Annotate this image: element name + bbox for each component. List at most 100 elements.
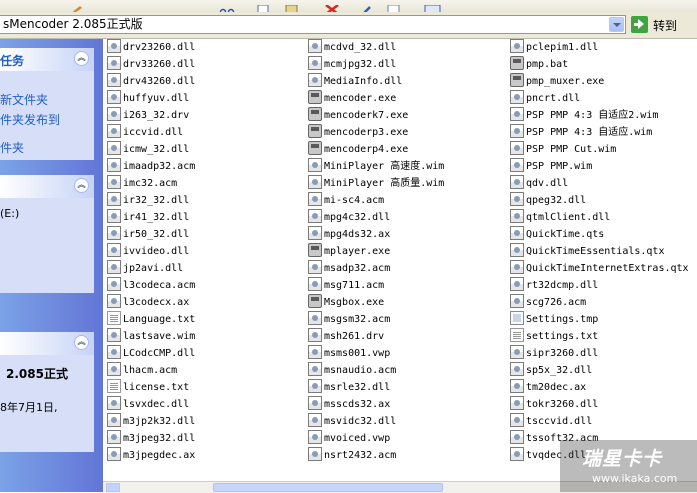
file-item[interactable]: settings.txt bbox=[510, 328, 598, 345]
undo-icon[interactable] bbox=[362, 0, 378, 14]
dll-icon bbox=[107, 413, 121, 427]
file-item[interactable]: mencoderp3.exe bbox=[308, 124, 408, 141]
file-item[interactable]: mvoiced.vwp bbox=[308, 430, 390, 447]
file-item[interactable]: PSP PMP 4:3 自适应.wim bbox=[510, 124, 652, 141]
file-item[interactable]: QuickTime.qts bbox=[510, 226, 604, 243]
file-item[interactable]: qpeg32.dll bbox=[510, 192, 586, 209]
file-item[interactable]: msh261.drv bbox=[308, 328, 384, 345]
file-item[interactable]: tm20dec.ax bbox=[510, 379, 586, 396]
file-item[interactable]: PSP PMP 4:3 自适应2.wim bbox=[510, 107, 658, 124]
file-item[interactable]: iccvid.dll bbox=[107, 124, 183, 141]
file-item[interactable]: imaadp32.acm bbox=[107, 158, 195, 175]
scroll-left-button[interactable] bbox=[106, 483, 120, 492]
file-item[interactable]: mencoderp4.exe bbox=[308, 141, 408, 158]
file-item[interactable]: mpg4c32.dll bbox=[308, 209, 390, 226]
file-item[interactable]: scg726.acm bbox=[510, 294, 586, 311]
dll-icon bbox=[308, 73, 322, 87]
file-item[interactable]: msrle32.dll bbox=[308, 379, 390, 396]
file-item[interactable]: nsrt2432.acm bbox=[308, 447, 396, 464]
file-item[interactable]: msadp32.acm bbox=[308, 260, 390, 277]
file-item[interactable]: l3codecx.ax bbox=[107, 294, 189, 311]
file-item[interactable]: m3jp2k32.dll bbox=[107, 413, 195, 430]
copy-icon[interactable] bbox=[257, 0, 273, 15]
collapse-chevron-icon[interactable]: ︽ bbox=[74, 178, 89, 193]
file-item[interactable]: mpg4ds32.ax bbox=[308, 226, 390, 243]
file-item[interactable]: mencoder.exe bbox=[308, 90, 396, 107]
go-button[interactable]: 转到 bbox=[630, 15, 694, 35]
file-item[interactable]: tsccvid.dll bbox=[510, 413, 592, 430]
file-item[interactable]: QuickTimeEssentials.qtx bbox=[510, 243, 664, 260]
task-link-new-folder[interactable]: 新文件夹 bbox=[0, 91, 48, 108]
place-drive-e[interactable]: (E:) bbox=[0, 207, 19, 220]
file-item[interactable]: ir50_32.dll bbox=[107, 226, 189, 243]
file-item[interactable]: huffyuv.dll bbox=[107, 90, 189, 107]
file-item[interactable]: pmp_muxer.exe bbox=[510, 73, 604, 90]
properties-icon[interactable] bbox=[386, 0, 402, 15]
file-item[interactable]: license.txt bbox=[107, 379, 189, 396]
file-item[interactable]: msms001.vwp bbox=[308, 345, 390, 362]
file-item[interactable]: ir41_32.dll bbox=[107, 209, 189, 226]
file-item[interactable]: Settings.tmp bbox=[510, 311, 598, 328]
other-places-header[interactable]: ︽ bbox=[0, 175, 94, 198]
collapse-chevron-icon[interactable]: ︽ bbox=[74, 51, 89, 66]
file-item[interactable]: drv33260.dll bbox=[107, 56, 195, 73]
file-item[interactable]: m3jpeg32.dll bbox=[107, 430, 195, 447]
dll-icon bbox=[107, 345, 121, 359]
file-item[interactable]: i263_32.drv bbox=[107, 107, 189, 124]
file-item[interactable]: sp5x_32.dll bbox=[510, 362, 592, 379]
file-item[interactable]: PSP PMP.wim bbox=[510, 158, 592, 175]
file-item[interactable]: msg711.acm bbox=[308, 277, 384, 294]
file-item[interactable]: mencoderk7.exe bbox=[308, 107, 408, 124]
file-item[interactable]: sipr3260.dll bbox=[510, 345, 598, 362]
scroll-thumb[interactable] bbox=[213, 483, 443, 492]
file-item[interactable]: PSP PMP Cut.wim bbox=[510, 141, 616, 158]
file-item[interactable]: pmp.bat bbox=[510, 56, 568, 73]
views-icon[interactable] bbox=[424, 0, 441, 14]
file-item[interactable]: drv43260.dll bbox=[107, 73, 195, 90]
file-item[interactable]: ivvideo.dll bbox=[107, 243, 189, 260]
file-item[interactable]: Language.txt bbox=[107, 311, 195, 328]
file-item[interactable]: qdv.dll bbox=[510, 175, 568, 192]
file-item[interactable]: lastsave.wim bbox=[107, 328, 195, 345]
file-item[interactable]: MediaInfo.dll bbox=[308, 73, 402, 90]
file-item[interactable]: l3codeca.acm bbox=[107, 277, 195, 294]
details-header[interactable]: ︽ bbox=[0, 332, 94, 355]
file-item[interactable]: lhacm.acm bbox=[107, 362, 177, 379]
file-item[interactable]: MiniPlayer 高速度.wim bbox=[308, 158, 444, 175]
file-item[interactable]: msgsm32.acm bbox=[308, 311, 390, 328]
file-item[interactable]: imc32.acm bbox=[107, 175, 177, 192]
task-link-share[interactable]: 件夹 bbox=[0, 139, 24, 156]
file-item[interactable]: qtmlClient.dll bbox=[510, 209, 610, 226]
file-item[interactable]: icmw_32.dll bbox=[107, 141, 189, 158]
file-item[interactable]: jp2avi.dll bbox=[107, 260, 183, 277]
file-item[interactable]: mi-sc4.acm bbox=[308, 192, 384, 209]
collapse-chevron-icon[interactable]: ︽ bbox=[74, 335, 89, 350]
file-item[interactable]: lsvxdec.dll bbox=[107, 396, 189, 413]
file-item[interactable]: rt32dcmp.dll bbox=[510, 277, 598, 294]
file-item[interactable]: MiniPlayer 高质量.wim bbox=[308, 175, 444, 192]
file-item[interactable]: m3jpegdec.ax bbox=[107, 447, 195, 464]
file-item[interactable]: mplayer.exe bbox=[308, 243, 390, 260]
paste-icon[interactable] bbox=[284, 0, 300, 15]
file-item[interactable]: msvidc32.dll bbox=[308, 413, 396, 430]
dll-icon bbox=[510, 226, 524, 240]
cut-icon[interactable] bbox=[219, 0, 235, 16]
file-item[interactable]: pncrt.dll bbox=[510, 90, 580, 107]
edit-icon[interactable] bbox=[68, 0, 84, 15]
file-item[interactable]: tokr3260.dll bbox=[510, 396, 598, 413]
task-link-publish[interactable]: 件夹发布到 bbox=[0, 111, 60, 128]
file-item[interactable]: msscds32.ax bbox=[308, 396, 390, 413]
file-item[interactable]: ir32_32.dll bbox=[107, 192, 189, 209]
file-item[interactable]: mcdvd_32.dll bbox=[308, 39, 396, 56]
delete-icon[interactable] bbox=[324, 0, 340, 15]
address-dropdown-button[interactable] bbox=[609, 17, 624, 32]
file-item[interactable]: mcmjpg32.dll bbox=[308, 56, 396, 73]
file-tasks-header[interactable]: 任务 ︽ bbox=[0, 48, 94, 71]
address-input[interactable]: sMencoder 2.085正式版 bbox=[0, 15, 626, 34]
file-item[interactable]: Msgbox.exe bbox=[308, 294, 384, 311]
file-item[interactable]: pclepim1.dll bbox=[510, 39, 598, 56]
file-item[interactable]: msnaudio.acm bbox=[308, 362, 396, 379]
file-item[interactable]: drv23260.dll bbox=[107, 39, 195, 56]
file-item[interactable]: LCodcCMP.dll bbox=[107, 345, 195, 362]
file-item[interactable]: QuickTimeInternetExtras.qtx bbox=[510, 260, 689, 277]
